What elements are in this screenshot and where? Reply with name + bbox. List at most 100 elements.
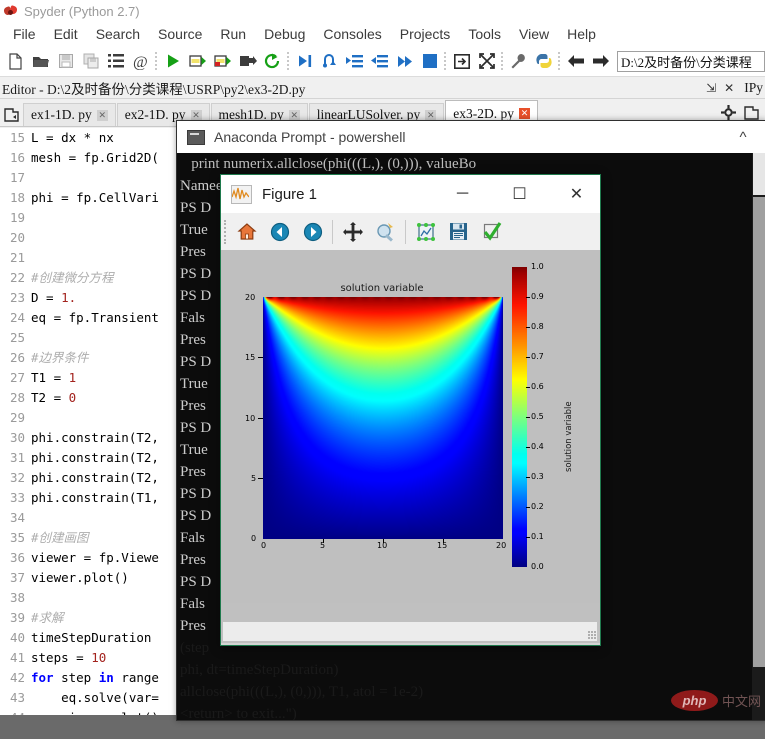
at-icon[interactable]: @ bbox=[128, 49, 153, 74]
menu-view[interactable]: View bbox=[510, 24, 558, 44]
code-line[interactable]: T1 = 1 bbox=[31, 368, 159, 388]
code-line[interactable]: T2 = 0 bbox=[31, 388, 159, 408]
console-scrollbar-thumb-top[interactable] bbox=[753, 153, 765, 195]
minimize-button[interactable]: ─ bbox=[439, 176, 486, 212]
run-selection-icon[interactable] bbox=[235, 49, 260, 74]
file-list-icon[interactable] bbox=[103, 49, 128, 74]
close-button[interactable]: ✕ bbox=[553, 176, 600, 212]
line-number: 24 bbox=[9, 310, 25, 325]
console-chevron-icon[interactable]: ^ bbox=[720, 122, 765, 152]
maximize-pane-icon[interactable] bbox=[449, 49, 474, 74]
save-file-icon[interactable] bbox=[53, 49, 78, 74]
code-line[interactable]: viewer.plot() bbox=[31, 708, 159, 715]
pan-icon[interactable] bbox=[336, 215, 369, 248]
maximize-button[interactable]: ☐ bbox=[496, 176, 543, 212]
step-return-icon[interactable] bbox=[367, 49, 392, 74]
figure-titlebar[interactable]: Figure 1 ─ ☐ ✕ bbox=[221, 175, 600, 213]
code-line[interactable]: viewer = fp.Viewe bbox=[31, 548, 159, 568]
code-line[interactable]: mesh = fp.Grid2D( bbox=[31, 148, 159, 168]
open-file-icon[interactable] bbox=[28, 49, 53, 74]
menu-file[interactable]: File bbox=[4, 24, 45, 44]
code-line[interactable] bbox=[31, 588, 159, 608]
code-line[interactable] bbox=[31, 208, 159, 228]
console-titlebar[interactable]: Anaconda Prompt - powershell ^ bbox=[177, 121, 765, 153]
console-scrollbar[interactable] bbox=[752, 153, 765, 720]
code-line[interactable]: #创建微分方程 bbox=[31, 268, 159, 288]
code-line[interactable]: viewer.plot() bbox=[31, 568, 159, 588]
forward-arrow-icon[interactable] bbox=[296, 215, 329, 248]
code-line[interactable]: steps = 10 bbox=[31, 648, 159, 668]
code-line[interactable]: phi.constrain(T2, bbox=[31, 428, 159, 448]
stop-icon[interactable] bbox=[417, 49, 442, 74]
step-over-icon[interactable] bbox=[317, 49, 342, 74]
tab-ex1-1d[interactable]: ex1-1D. py ✕ bbox=[23, 103, 116, 126]
figure-window[interactable]: Figure 1 ─ ☐ ✕ solution variable 20 15 1… bbox=[220, 174, 601, 646]
home-icon[interactable] bbox=[230, 215, 263, 248]
tab-close-icon[interactable]: ✕ bbox=[96, 109, 108, 121]
code-line[interactable]: eq = fp.Transient bbox=[31, 308, 159, 328]
code-line[interactable] bbox=[31, 328, 159, 348]
code-line[interactable] bbox=[31, 508, 159, 528]
code-line[interactable]: L = dx * nx bbox=[31, 128, 159, 148]
fullscreen-icon[interactable] bbox=[474, 49, 499, 74]
re-run-icon[interactable] bbox=[260, 49, 285, 74]
preferences-icon[interactable] bbox=[506, 49, 531, 74]
code-line[interactable]: phi.constrain(T2, bbox=[31, 468, 159, 488]
code-line[interactable]: phi = fp.CellVari bbox=[31, 188, 159, 208]
menu-source[interactable]: Source bbox=[149, 24, 211, 44]
run-cell-icon[interactable] bbox=[185, 49, 210, 74]
figure-canvas[interactable]: solution variable 20 15 10 5 0 0 5 10 15… bbox=[221, 250, 600, 603]
browse-tabs-icon[interactable] bbox=[0, 103, 23, 126]
code-line[interactable]: phi.constrain(T2, bbox=[31, 448, 159, 468]
code-line[interactable]: phi.constrain(T1, bbox=[31, 488, 159, 508]
editor-pane-header: Editor - D:\2及时备份\分类课程\USRP\py2\ex3-2D.p… bbox=[0, 77, 765, 99]
save-figure-icon[interactable] bbox=[442, 215, 475, 248]
save-all-icon[interactable] bbox=[78, 49, 103, 74]
code-line[interactable] bbox=[31, 408, 159, 428]
toolbar-grip[interactable] bbox=[221, 219, 230, 245]
menu-run[interactable]: Run bbox=[211, 24, 255, 44]
colorbar-tick-label-0-1: 0.1 bbox=[531, 532, 544, 541]
menu-search[interactable]: Search bbox=[87, 24, 149, 44]
continue-icon[interactable] bbox=[392, 49, 417, 74]
tab-close-icon[interactable]: ✕ bbox=[518, 108, 530, 119]
working-directory-field[interactable]: D:\2及时备份\分类课程 bbox=[617, 50, 765, 72]
run-icon[interactable] bbox=[160, 49, 185, 74]
code-line[interactable]: for step in range bbox=[31, 668, 159, 688]
resize-grip[interactable] bbox=[588, 631, 597, 640]
colorbar-tick-mark bbox=[526, 327, 530, 328]
back-icon[interactable] bbox=[563, 49, 588, 74]
menu-tools[interactable]: Tools bbox=[459, 24, 510, 44]
code-line[interactable]: eq.solve(var= bbox=[31, 688, 159, 708]
forward-icon[interactable] bbox=[588, 49, 613, 74]
line-number: 35 bbox=[9, 530, 25, 545]
code-line[interactable] bbox=[31, 168, 159, 188]
code-line[interactable]: #边界条件 bbox=[31, 348, 159, 368]
code-line[interactable] bbox=[31, 248, 159, 268]
code-line[interactable]: #求解 bbox=[31, 608, 159, 628]
tab-close-icon[interactable]: ✕ bbox=[288, 109, 300, 121]
code-line[interactable] bbox=[31, 228, 159, 248]
code-line[interactable]: D = 1. bbox=[31, 288, 159, 308]
configure-subplots-icon[interactable] bbox=[409, 215, 442, 248]
zoom-rect-icon[interactable] bbox=[369, 215, 402, 248]
close-icon[interactable]: ✕ bbox=[720, 81, 738, 95]
menu-edit[interactable]: Edit bbox=[45, 24, 87, 44]
code-line[interactable]: #创建画图 bbox=[31, 528, 159, 548]
step-into-icon[interactable] bbox=[342, 49, 367, 74]
back-arrow-icon[interactable] bbox=[263, 215, 296, 248]
run-cell-advance-icon[interactable] bbox=[210, 49, 235, 74]
menu-debug[interactable]: Debug bbox=[255, 24, 314, 44]
debug-icon[interactable] bbox=[292, 49, 317, 74]
undock-icon[interactable]: ⇲ bbox=[702, 81, 720, 95]
tab-close-icon[interactable]: ✕ bbox=[425, 109, 437, 121]
code-line[interactable]: timeStepDuration bbox=[31, 628, 159, 648]
check-icon[interactable] bbox=[475, 215, 508, 248]
console-scrollbar-track[interactable] bbox=[753, 197, 765, 667]
pythonpath-icon[interactable] bbox=[531, 49, 556, 74]
new-file-icon[interactable] bbox=[3, 49, 28, 74]
menu-help[interactable]: Help bbox=[558, 24, 605, 44]
menu-consoles[interactable]: Consoles bbox=[314, 24, 390, 44]
tab-close-icon[interactable]: ✕ bbox=[190, 109, 202, 121]
menu-projects[interactable]: Projects bbox=[391, 24, 460, 44]
